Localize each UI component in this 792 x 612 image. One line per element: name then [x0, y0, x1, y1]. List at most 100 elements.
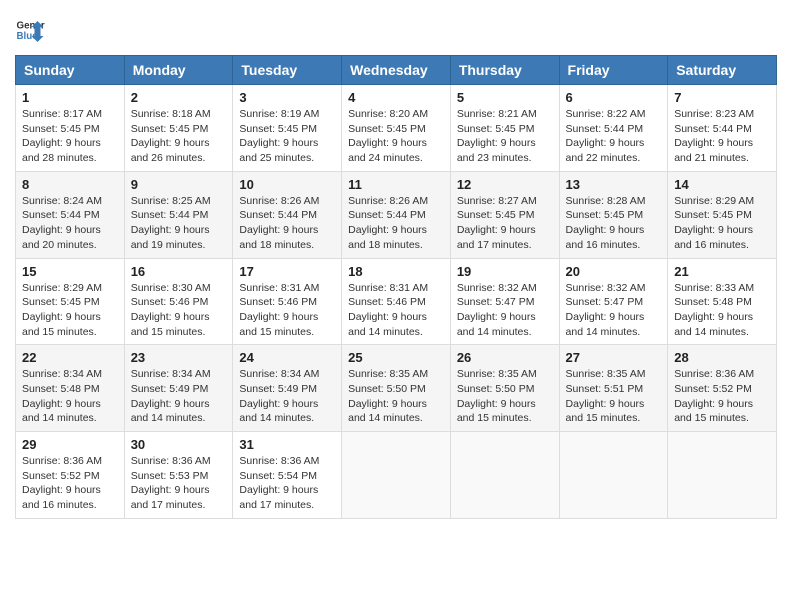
day-number: 23 — [131, 350, 227, 365]
day-info: Sunrise: 8:29 AMSunset: 5:45 PMDaylight:… — [674, 194, 770, 253]
header-saturday: Saturday — [668, 56, 777, 85]
calendar-week-3: 15 Sunrise: 8:29 AMSunset: 5:45 PMDaylig… — [16, 258, 777, 345]
day-info: Sunrise: 8:36 AMSunset: 5:53 PMDaylight:… — [131, 454, 227, 513]
calendar-cell: 5 Sunrise: 8:21 AMSunset: 5:45 PMDayligh… — [450, 85, 559, 172]
day-number: 22 — [22, 350, 118, 365]
day-number: 21 — [674, 264, 770, 279]
day-info: Sunrise: 8:28 AMSunset: 5:45 PMDaylight:… — [566, 194, 662, 253]
day-number: 26 — [457, 350, 553, 365]
day-number: 4 — [348, 90, 444, 105]
calendar-cell: 28 Sunrise: 8:36 AMSunset: 5:52 PMDaylig… — [668, 345, 777, 432]
day-info: Sunrise: 8:35 AMSunset: 5:50 PMDaylight:… — [348, 367, 444, 426]
day-info: Sunrise: 8:35 AMSunset: 5:51 PMDaylight:… — [566, 367, 662, 426]
day-info: Sunrise: 8:32 AMSunset: 5:47 PMDaylight:… — [457, 281, 553, 340]
day-number: 27 — [566, 350, 662, 365]
day-number: 31 — [239, 437, 335, 452]
day-number: 24 — [239, 350, 335, 365]
calendar-cell: 9 Sunrise: 8:25 AMSunset: 5:44 PMDayligh… — [124, 171, 233, 258]
day-number: 10 — [239, 177, 335, 192]
calendar-cell: 1 Sunrise: 8:17 AMSunset: 5:45 PMDayligh… — [16, 85, 125, 172]
calendar-cell: 7 Sunrise: 8:23 AMSunset: 5:44 PMDayligh… — [668, 85, 777, 172]
calendar-cell: 14 Sunrise: 8:29 AMSunset: 5:45 PMDaylig… — [668, 171, 777, 258]
calendar-week-2: 8 Sunrise: 8:24 AMSunset: 5:44 PMDayligh… — [16, 171, 777, 258]
calendar-cell: 6 Sunrise: 8:22 AMSunset: 5:44 PMDayligh… — [559, 85, 668, 172]
calendar-cell: 27 Sunrise: 8:35 AMSunset: 5:51 PMDaylig… — [559, 345, 668, 432]
day-info: Sunrise: 8:34 AMSunset: 5:49 PMDaylight:… — [239, 367, 335, 426]
day-number: 15 — [22, 264, 118, 279]
calendar-cell: 20 Sunrise: 8:32 AMSunset: 5:47 PMDaylig… — [559, 258, 668, 345]
day-number: 16 — [131, 264, 227, 279]
calendar-cell: 3 Sunrise: 8:19 AMSunset: 5:45 PMDayligh… — [233, 85, 342, 172]
day-info: Sunrise: 8:36 AMSunset: 5:54 PMDaylight:… — [239, 454, 335, 513]
calendar-cell: 18 Sunrise: 8:31 AMSunset: 5:46 PMDaylig… — [342, 258, 451, 345]
day-info: Sunrise: 8:36 AMSunset: 5:52 PMDaylight:… — [22, 454, 118, 513]
day-info: Sunrise: 8:33 AMSunset: 5:48 PMDaylight:… — [674, 281, 770, 340]
calendar-cell: 17 Sunrise: 8:31 AMSunset: 5:46 PMDaylig… — [233, 258, 342, 345]
logo: General Blue — [15, 15, 49, 45]
day-info: Sunrise: 8:22 AMSunset: 5:44 PMDaylight:… — [566, 107, 662, 166]
logo-icon: General Blue — [15, 15, 45, 45]
header-thursday: Thursday — [450, 56, 559, 85]
day-info: Sunrise: 8:19 AMSunset: 5:45 PMDaylight:… — [239, 107, 335, 166]
calendar-week-5: 29 Sunrise: 8:36 AMSunset: 5:52 PMDaylig… — [16, 432, 777, 519]
header-friday: Friday — [559, 56, 668, 85]
day-info: Sunrise: 8:21 AMSunset: 5:45 PMDaylight:… — [457, 107, 553, 166]
calendar-cell: 4 Sunrise: 8:20 AMSunset: 5:45 PMDayligh… — [342, 85, 451, 172]
calendar-cell: 23 Sunrise: 8:34 AMSunset: 5:49 PMDaylig… — [124, 345, 233, 432]
day-info: Sunrise: 8:34 AMSunset: 5:48 PMDaylight:… — [22, 367, 118, 426]
day-number: 2 — [131, 90, 227, 105]
day-number: 6 — [566, 90, 662, 105]
header-monday: Monday — [124, 56, 233, 85]
day-number: 1 — [22, 90, 118, 105]
calendar-header-row: SundayMondayTuesdayWednesdayThursdayFrid… — [16, 56, 777, 85]
header-sunday: Sunday — [16, 56, 125, 85]
day-info: Sunrise: 8:29 AMSunset: 5:45 PMDaylight:… — [22, 281, 118, 340]
calendar-cell: 26 Sunrise: 8:35 AMSunset: 5:50 PMDaylig… — [450, 345, 559, 432]
calendar-cell — [342, 432, 451, 519]
day-info: Sunrise: 8:31 AMSunset: 5:46 PMDaylight:… — [239, 281, 335, 340]
day-number: 5 — [457, 90, 553, 105]
day-info: Sunrise: 8:31 AMSunset: 5:46 PMDaylight:… — [348, 281, 444, 340]
calendar-cell: 24 Sunrise: 8:34 AMSunset: 5:49 PMDaylig… — [233, 345, 342, 432]
calendar-cell: 29 Sunrise: 8:36 AMSunset: 5:52 PMDaylig… — [16, 432, 125, 519]
day-info: Sunrise: 8:20 AMSunset: 5:45 PMDaylight:… — [348, 107, 444, 166]
calendar-week-1: 1 Sunrise: 8:17 AMSunset: 5:45 PMDayligh… — [16, 85, 777, 172]
day-number: 28 — [674, 350, 770, 365]
calendar-cell: 22 Sunrise: 8:34 AMSunset: 5:48 PMDaylig… — [16, 345, 125, 432]
day-info: Sunrise: 8:26 AMSunset: 5:44 PMDaylight:… — [348, 194, 444, 253]
day-number: 19 — [457, 264, 553, 279]
calendar-cell: 2 Sunrise: 8:18 AMSunset: 5:45 PMDayligh… — [124, 85, 233, 172]
calendar-cell: 10 Sunrise: 8:26 AMSunset: 5:44 PMDaylig… — [233, 171, 342, 258]
calendar-cell: 21 Sunrise: 8:33 AMSunset: 5:48 PMDaylig… — [668, 258, 777, 345]
day-info: Sunrise: 8:24 AMSunset: 5:44 PMDaylight:… — [22, 194, 118, 253]
calendar-cell — [668, 432, 777, 519]
day-info: Sunrise: 8:25 AMSunset: 5:44 PMDaylight:… — [131, 194, 227, 253]
day-number: 17 — [239, 264, 335, 279]
day-number: 14 — [674, 177, 770, 192]
day-number: 3 — [239, 90, 335, 105]
day-info: Sunrise: 8:32 AMSunset: 5:47 PMDaylight:… — [566, 281, 662, 340]
day-number: 20 — [566, 264, 662, 279]
calendar-cell: 30 Sunrise: 8:36 AMSunset: 5:53 PMDaylig… — [124, 432, 233, 519]
calendar-cell — [450, 432, 559, 519]
day-info: Sunrise: 8:27 AMSunset: 5:45 PMDaylight:… — [457, 194, 553, 253]
calendar-cell: 11 Sunrise: 8:26 AMSunset: 5:44 PMDaylig… — [342, 171, 451, 258]
calendar-cell: 13 Sunrise: 8:28 AMSunset: 5:45 PMDaylig… — [559, 171, 668, 258]
calendar: SundayMondayTuesdayWednesdayThursdayFrid… — [15, 55, 777, 519]
calendar-cell — [559, 432, 668, 519]
day-info: Sunrise: 8:26 AMSunset: 5:44 PMDaylight:… — [239, 194, 335, 253]
calendar-cell: 19 Sunrise: 8:32 AMSunset: 5:47 PMDaylig… — [450, 258, 559, 345]
header-tuesday: Tuesday — [233, 56, 342, 85]
header: General Blue — [15, 15, 777, 45]
calendar-cell: 12 Sunrise: 8:27 AMSunset: 5:45 PMDaylig… — [450, 171, 559, 258]
day-number: 30 — [131, 437, 227, 452]
calendar-cell: 25 Sunrise: 8:35 AMSunset: 5:50 PMDaylig… — [342, 345, 451, 432]
day-number: 9 — [131, 177, 227, 192]
day-info: Sunrise: 8:30 AMSunset: 5:46 PMDaylight:… — [131, 281, 227, 340]
calendar-week-4: 22 Sunrise: 8:34 AMSunset: 5:48 PMDaylig… — [16, 345, 777, 432]
day-info: Sunrise: 8:23 AMSunset: 5:44 PMDaylight:… — [674, 107, 770, 166]
day-number: 13 — [566, 177, 662, 192]
header-wednesday: Wednesday — [342, 56, 451, 85]
day-info: Sunrise: 8:34 AMSunset: 5:49 PMDaylight:… — [131, 367, 227, 426]
calendar-cell: 31 Sunrise: 8:36 AMSunset: 5:54 PMDaylig… — [233, 432, 342, 519]
